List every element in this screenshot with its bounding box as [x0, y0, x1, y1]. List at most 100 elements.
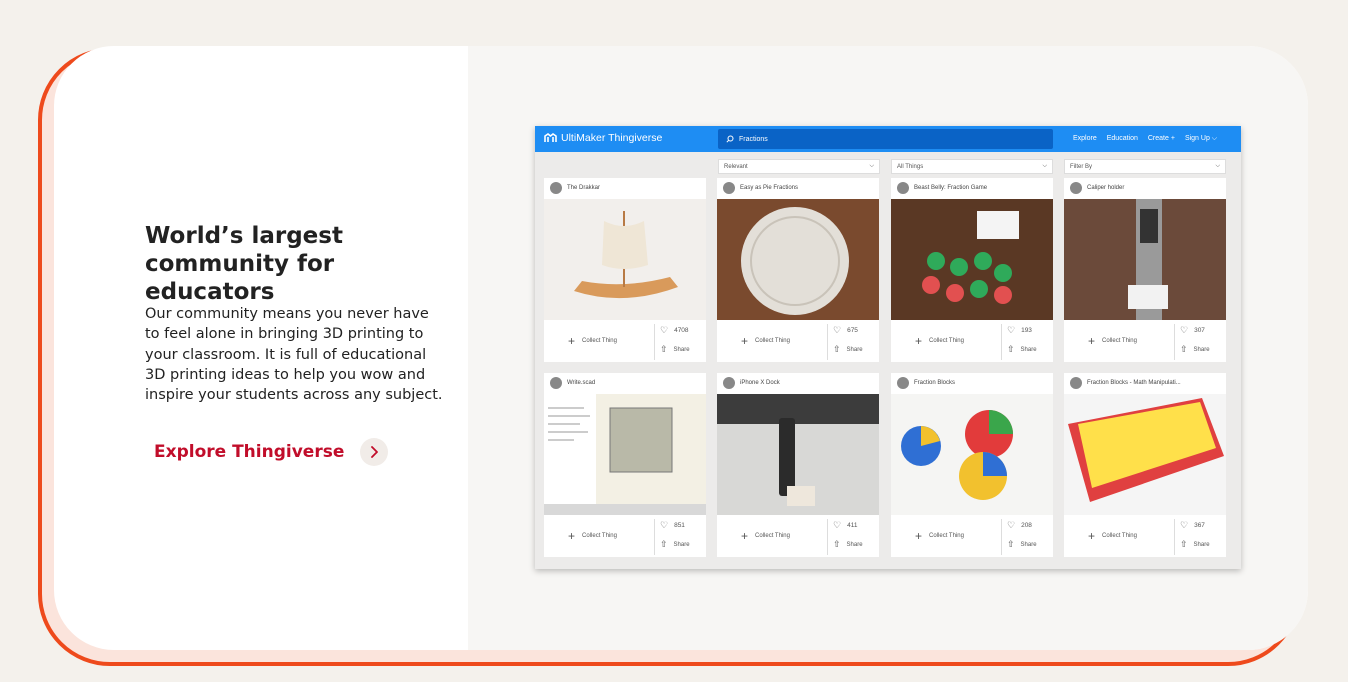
share-label: Share: [1193, 541, 1210, 548]
avatar[interactable]: [550, 182, 562, 194]
share-icon: ⇧: [1007, 344, 1015, 354]
nav-create[interactable]: Create +: [1148, 135, 1175, 143]
avatar[interactable]: [1070, 377, 1082, 389]
share-button[interactable]: ⇧ Share: [1180, 539, 1210, 550]
thingiverse-topbar: UltiMaker Thingiverse Fractions Explore …: [535, 126, 1241, 152]
like-button[interactable]: ♡ 307: [1180, 325, 1205, 336]
nav-education[interactable]: Education: [1107, 135, 1138, 143]
collect-thing-button[interactable]: + Collect Thing: [568, 334, 617, 348]
collect-label: Collect Thing: [1102, 338, 1137, 344]
avatar[interactable]: [723, 182, 735, 194]
thing-title[interactable]: iPhone X Dock: [740, 380, 780, 386]
thing-card[interactable]: iPhone X Dock + Collect Thing ♡ 411 ⇧ Share: [717, 373, 879, 557]
like-button[interactable]: ♡ 4708: [660, 325, 689, 336]
collect-label: Collect Thing: [929, 338, 964, 344]
thing-card[interactable]: Fraction Blocks - Math Manipulati... + Col…: [1064, 373, 1226, 557]
thing-thumbnail[interactable]: [717, 199, 879, 320]
thing-thumbnail[interactable]: [891, 394, 1053, 515]
collect-label: Collect Thing: [582, 338, 617, 344]
thingiverse-logo[interactable]: UltiMaker Thingiverse: [544, 132, 662, 144]
avatar[interactable]: [897, 377, 909, 389]
type-select[interactable]: All Things ⌵: [891, 159, 1053, 174]
thing-header: Fraction Blocks: [891, 373, 1053, 393]
thing-thumbnail[interactable]: [717, 394, 879, 515]
thing-thumbnail[interactable]: [891, 199, 1053, 320]
cta-label: Explore Thingiverse: [154, 442, 345, 462]
thing-thumbnail[interactable]: [544, 199, 706, 320]
thing-card[interactable]: The Drakkar + Collect Thing ♡ 4708 ⇧ Share: [544, 178, 706, 362]
heart-icon: ♡: [1007, 325, 1016, 335]
avatar[interactable]: [723, 377, 735, 389]
thing-title[interactable]: Easy as Pie Fractions: [740, 185, 798, 191]
share-button[interactable]: ⇧ Share: [660, 539, 690, 550]
type-value: All Things: [897, 163, 924, 170]
plus-icon: +: [568, 334, 576, 348]
share-button[interactable]: ⇧ Share: [833, 344, 863, 355]
share-button[interactable]: ⇧ Share: [1007, 539, 1037, 550]
plus-icon: +: [741, 529, 749, 543]
thing-card[interactable]: Caliper holder + Collect Thing ♡ 307 ⇧ Share: [1064, 178, 1226, 362]
share-icon: ⇧: [660, 539, 668, 549]
like-button[interactable]: ♡ 193: [1007, 325, 1032, 336]
avatar[interactable]: [1070, 182, 1082, 194]
share-button[interactable]: ⇧ Share: [660, 344, 690, 355]
collect-thing-button[interactable]: + Collect Thing: [915, 529, 964, 543]
plus-icon: +: [1088, 529, 1096, 543]
thing-footer: + Collect Thing ♡ 411 ⇧ Share: [717, 517, 879, 557]
heart-icon: ♡: [1180, 325, 1189, 335]
section-heading: World’s largest community for educators: [145, 222, 465, 306]
chevron-down-icon: ⌵: [1211, 135, 1218, 142]
collect-label: Collect Thing: [582, 533, 617, 539]
thing-thumbnail[interactable]: [1064, 394, 1226, 515]
thing-thumbnail[interactable]: [1064, 199, 1226, 320]
nav-explore[interactable]: Explore: [1073, 135, 1097, 143]
collect-thing-button[interactable]: + Collect Thing: [1088, 529, 1137, 543]
like-button[interactable]: ♡ 851: [660, 520, 685, 531]
sort-select[interactable]: Relevant ⌵: [718, 159, 880, 174]
thing-title[interactable]: Fraction Blocks - Math Manipulati...: [1087, 380, 1181, 386]
thing-title[interactable]: Caliper holder: [1087, 185, 1124, 191]
heart-icon: ♡: [660, 520, 669, 530]
share-label: Share: [1193, 346, 1210, 353]
thing-title[interactable]: The Drakkar: [567, 185, 600, 191]
thing-card[interactable]: Write.scad + Collect Thing ♡ 851 ⇧ Share: [544, 373, 706, 557]
thing-header: Caliper holder: [1064, 178, 1226, 198]
collect-thing-button[interactable]: + Collect Thing: [915, 334, 964, 348]
avatar[interactable]: [550, 377, 562, 389]
search-input[interactable]: Fractions: [718, 129, 1053, 149]
chevron-down-icon: ⌵: [869, 163, 874, 169]
thing-card[interactable]: Fraction Blocks + Collect Thing ♡ 208 ⇧ Share: [891, 373, 1053, 557]
thing-thumbnail[interactable]: [544, 394, 706, 515]
like-button[interactable]: ♡ 675: [833, 325, 858, 336]
thing-title[interactable]: Write.scad: [567, 380, 595, 386]
thing-title[interactable]: Fraction Blocks: [914, 380, 955, 386]
top-nav: Explore Education Create + Sign Up ⌵: [1073, 135, 1217, 143]
share-button[interactable]: ⇧ Share: [833, 539, 863, 550]
like-count: 193: [1021, 327, 1032, 334]
chevron-right-icon[interactable]: [360, 438, 389, 466]
thing-header: Easy as Pie Fractions: [717, 178, 879, 198]
search-icon: [726, 135, 734, 143]
share-label: Share: [846, 346, 863, 353]
collect-thing-button[interactable]: + Collect Thing: [741, 334, 790, 348]
thing-card[interactable]: Beast Belly: Fraction Game + Collect Thing…: [891, 178, 1053, 362]
nav-sign-up-label: Sign Up: [1184, 135, 1210, 142]
avatar[interactable]: [897, 182, 909, 194]
thing-footer: + Collect Thing ♡ 675 ⇧ Share: [717, 322, 879, 362]
like-button[interactable]: ♡ 367: [1180, 520, 1205, 531]
share-button[interactable]: ⇧ Share: [1007, 344, 1037, 355]
collect-thing-button[interactable]: + Collect Thing: [1088, 334, 1137, 348]
collect-label: Collect Thing: [755, 533, 790, 539]
thing-title[interactable]: Beast Belly: Fraction Game: [914, 185, 987, 191]
collect-thing-button[interactable]: + Collect Thing: [741, 529, 790, 543]
heart-icon: ♡: [833, 520, 842, 530]
like-button[interactable]: ♡ 208: [1007, 520, 1032, 531]
like-button[interactable]: ♡ 411: [833, 520, 857, 531]
filter-select[interactable]: Filter By ⌵: [1064, 159, 1226, 174]
thing-header: The Drakkar: [544, 178, 706, 198]
collect-thing-button[interactable]: + Collect Thing: [568, 529, 617, 543]
thing-card[interactable]: Easy as Pie Fractions + Collect Thing ♡ 675 ⇧…: [717, 178, 879, 362]
explore-thingiverse-link[interactable]: Explore Thingiverse: [154, 438, 389, 466]
nav-sign-up[interactable]: Sign Up ⌵: [1185, 135, 1217, 143]
share-button[interactable]: ⇧ Share: [1180, 344, 1210, 355]
